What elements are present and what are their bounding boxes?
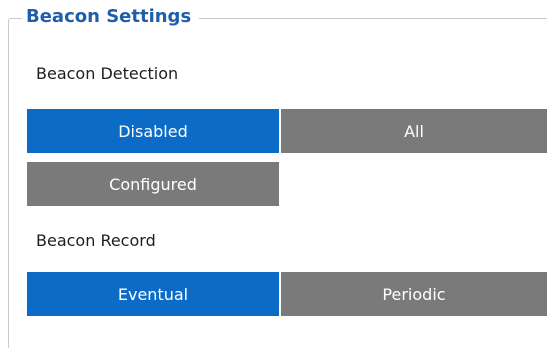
beacon-record-eventual-label: Eventual [117,284,189,304]
beacon-record-periodic-button[interactable]: Periodic [281,272,547,316]
beacon-detection-configured-label: Configured [109,174,197,194]
beacon-record-label: Beacon Record [36,231,156,250]
beacon-detection-disabled-button[interactable]: Disabled [27,109,279,153]
beacon-record-periodic-label: Periodic [382,284,446,304]
beacon-detection-label: Beacon Detection [36,64,179,83]
beacon-detection-all-button[interactable]: All [281,109,547,153]
beacon-record-eventual-button[interactable]: Eventual [27,272,279,316]
group-title: Beacon Settings [22,5,200,29]
beacon-detection-disabled-label: Disabled [118,121,188,141]
beacon-detection-all-label: All [404,121,424,141]
beacon-detection-configured-button[interactable]: Configured [27,162,279,206]
